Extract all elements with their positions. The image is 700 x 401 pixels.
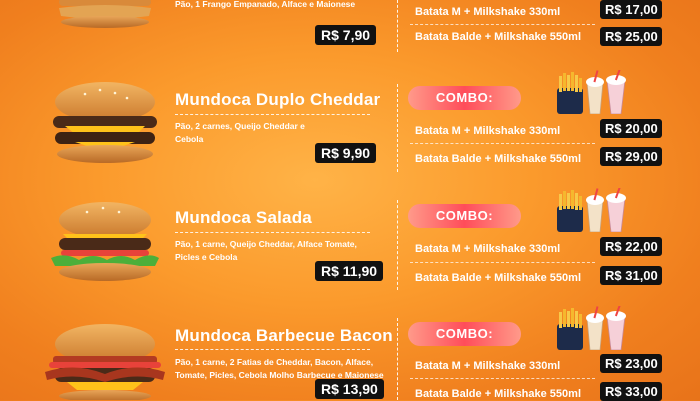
combo-badge: COMBO:	[408, 322, 521, 346]
burger-image	[51, 202, 159, 281]
burger-image	[45, 324, 165, 400]
item-name: Mundoca Salada	[175, 208, 312, 227]
combo-price: R$ 29,00	[600, 147, 662, 166]
burger-image	[53, 82, 157, 163]
item-description: Pão, 1 Frango Empanado, Alface e Maiones…	[175, 0, 356, 9]
fries-milkshake-icon	[556, 188, 627, 232]
item-price: R$ 7,90	[315, 25, 377, 45]
item-price: R$ 11,90	[315, 261, 384, 281]
combo-option: Batata M + Milkshake 330ml	[415, 243, 561, 255]
divider	[397, 84, 398, 172]
combo-price: R$ 31,00	[600, 266, 662, 285]
divider	[410, 378, 595, 379]
burger-image	[59, 0, 151, 28]
combo-price: R$ 17,00	[600, 0, 662, 19]
item-description: Pão, 2 carnes, Queijo Cheddar e Cebola	[175, 121, 305, 144]
fries-milkshake-icon	[556, 306, 627, 350]
divider	[397, 318, 398, 400]
divider	[410, 24, 595, 25]
combo-option: Batata Balde + Milkshake 550ml	[415, 272, 581, 284]
combo-option: Batata Balde + Milkshake 550ml	[415, 388, 581, 400]
divider	[175, 349, 370, 350]
item-description: Pão, 1 carne, 2 Fatias de Cheddar, Bacon…	[175, 357, 384, 380]
item-price: R$ 9,90	[315, 143, 377, 163]
combo-option: Batata Balde + Milkshake 550ml	[415, 31, 581, 43]
combo-option: Batata M + Milkshake 330ml	[415, 6, 561, 18]
divider	[175, 232, 370, 233]
combo-price: R$ 22,00	[600, 237, 662, 256]
combo-option: Batata M + Milkshake 330ml	[415, 360, 561, 372]
divider	[175, 114, 370, 115]
divider	[397, 200, 398, 290]
combo-price: R$ 25,00	[600, 27, 662, 46]
combo-badge: COMBO:	[408, 86, 521, 110]
combo-price: R$ 23,00	[600, 354, 662, 373]
combo-badge: COMBO:	[408, 204, 521, 228]
divider	[410, 262, 595, 263]
divider	[397, 0, 398, 52]
combo-option: Batata M + Milkshake 330ml	[415, 125, 561, 137]
item-description: Pão, 1 carne, Queijo Cheddar, Alface Tom…	[175, 239, 357, 262]
combo-option: Batata Balde + Milkshake 550ml	[415, 153, 581, 165]
combo-price: R$ 33,00	[600, 382, 662, 401]
fries-milkshake-icon	[556, 70, 627, 114]
combo-price: R$ 20,00	[600, 119, 662, 138]
item-name: Mundoca Barbecue Bacon	[175, 326, 393, 345]
item-price: R$ 13,90	[315, 379, 384, 399]
item-name: Mundoca Duplo Cheddar	[175, 90, 381, 109]
divider	[410, 143, 595, 144]
